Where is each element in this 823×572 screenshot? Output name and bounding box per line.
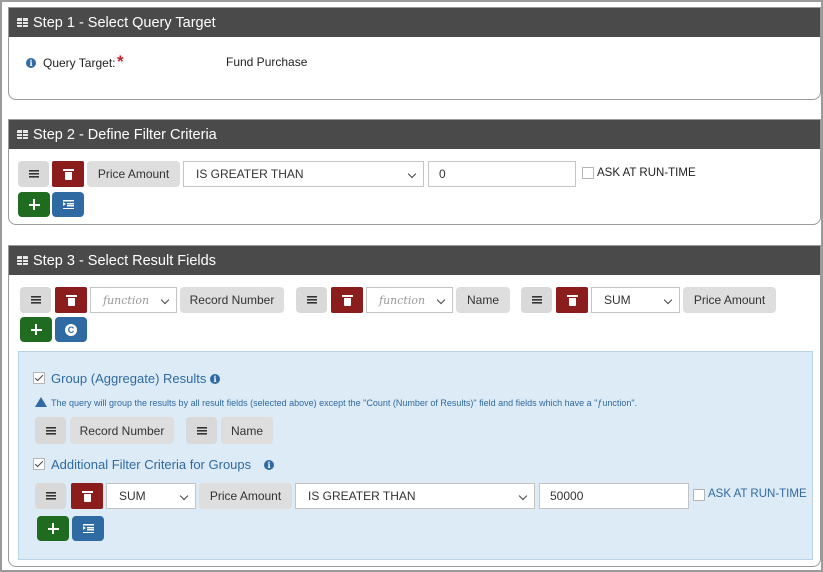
result-field-function-select[interactable]: function bbox=[90, 287, 177, 313]
filter-field-label[interactable]: Price Amount bbox=[87, 161, 180, 187]
group-filter-value-input[interactable]: 50000 bbox=[539, 483, 689, 509]
step3-header[interactable]: Step 3 - Select Result Fields bbox=[9, 246, 820, 275]
table-icon bbox=[17, 256, 28, 265]
info-icon: i bbox=[26, 58, 36, 68]
chevron-down-icon bbox=[518, 491, 528, 501]
chevron-down-icon bbox=[663, 295, 673, 305]
warning-icon bbox=[35, 397, 47, 407]
add-group-filter-button[interactable] bbox=[37, 516, 69, 541]
info-icon: i bbox=[264, 460, 274, 470]
group-results-checkbox[interactable] bbox=[33, 372, 45, 384]
table-icon bbox=[17, 130, 28, 139]
hamburger-icon bbox=[531, 296, 542, 304]
result-field-function-select[interactable]: function bbox=[366, 287, 453, 313]
plus-icon bbox=[28, 199, 40, 210]
add-filter-button[interactable] bbox=[18, 192, 50, 217]
aggregate-section: Group (Aggregate) Results i The query wi… bbox=[18, 351, 813, 560]
required-mark: * bbox=[117, 52, 124, 71]
group-filter-function-value: SUM bbox=[119, 489, 146, 503]
group-filter-operator-value: IS GREATER THAN bbox=[308, 489, 416, 503]
group-field-label[interactable]: Name bbox=[221, 417, 273, 444]
result-field-delete-button[interactable] bbox=[556, 287, 588, 313]
trash-icon bbox=[62, 168, 74, 180]
result-field-label[interactable]: Price Amount bbox=[683, 287, 776, 313]
group-field-label[interactable]: Record Number bbox=[70, 417, 174, 444]
result-field-menu-button[interactable] bbox=[521, 287, 552, 313]
result-field-label[interactable]: Record Number bbox=[180, 287, 284, 313]
step2-title: Step 2 - Define Filter Criteria bbox=[33, 126, 217, 143]
group-filter-operator-select[interactable]: IS GREATER THAN bbox=[295, 483, 535, 509]
group-field-menu-button[interactable] bbox=[186, 417, 217, 444]
step1-header[interactable]: Step 1 - Select Query Target bbox=[9, 8, 820, 37]
result-field-delete-button[interactable] bbox=[55, 287, 87, 313]
filter-ask-label: ASK AT RUN-TIME bbox=[597, 167, 696, 179]
chevron-down-icon bbox=[407, 169, 417, 179]
trash-icon bbox=[566, 294, 578, 306]
step3-panel: Step 3 - Select Result Fields function R… bbox=[8, 245, 821, 567]
group-filter-menu-button[interactable] bbox=[35, 483, 66, 509]
filter-operator-value: IS GREATER THAN bbox=[196, 167, 304, 181]
group-results-label: Group (Aggregate) Results bbox=[51, 371, 207, 386]
additional-filter-label: Additional Filter Criteria for Groups bbox=[51, 457, 252, 472]
group-filter-function-select[interactable]: SUM bbox=[106, 483, 196, 509]
hamburger-icon bbox=[30, 296, 41, 304]
filter-operator-select[interactable]: IS GREATER THAN bbox=[183, 161, 424, 187]
indent-icon bbox=[82, 524, 94, 533]
group-note-text: The query will group the results by all … bbox=[51, 398, 638, 408]
plus-icon bbox=[47, 523, 59, 534]
group-filter-ask-checkbox[interactable] bbox=[693, 489, 705, 501]
c-circle-icon: C bbox=[65, 323, 77, 336]
plus-icon bbox=[30, 324, 42, 335]
hamburger-icon bbox=[45, 492, 56, 500]
step2-header[interactable]: Step 2 - Define Filter Criteria bbox=[9, 120, 820, 149]
function-placeholder: function bbox=[379, 293, 426, 307]
result-field-menu-button[interactable] bbox=[20, 287, 51, 313]
filter-value-input[interactable]: 0 bbox=[428, 161, 576, 187]
group-filter-ask-label: ASK AT RUN-TIME bbox=[708, 488, 807, 500]
result-field-menu-button[interactable] bbox=[296, 287, 327, 313]
indent-filter-button[interactable] bbox=[52, 192, 84, 217]
c-button[interactable]: C bbox=[55, 317, 87, 342]
hamburger-icon bbox=[196, 426, 207, 435]
filter-menu-button[interactable] bbox=[18, 161, 49, 187]
hamburger-icon bbox=[45, 426, 56, 435]
function-value: SUM bbox=[604, 293, 631, 307]
group-filter-field-label[interactable]: Price Amount bbox=[199, 483, 292, 509]
trash-icon bbox=[65, 294, 77, 306]
filter-ask-checkbox[interactable] bbox=[582, 167, 594, 179]
group-filter-delete-button[interactable] bbox=[71, 483, 103, 509]
table-icon bbox=[17, 18, 28, 27]
chevron-down-icon bbox=[160, 295, 170, 305]
hamburger-icon bbox=[306, 296, 317, 304]
query-builder-window: Step 1 - Select Query Target i Query Tar… bbox=[0, 0, 823, 572]
result-field-function-select[interactable]: SUM bbox=[591, 287, 680, 313]
indent-icon bbox=[62, 200, 74, 209]
add-result-field-button[interactable] bbox=[20, 317, 52, 342]
info-icon: i bbox=[210, 374, 220, 384]
trash-icon bbox=[341, 294, 353, 306]
group-note: The query will group the results by all … bbox=[35, 397, 637, 408]
chevron-down-icon bbox=[179, 491, 189, 501]
result-field-label[interactable]: Name bbox=[456, 287, 510, 313]
step2-panel: Step 2 - Define Filter Criteria Price Am… bbox=[8, 119, 821, 225]
step3-title: Step 3 - Select Result Fields bbox=[33, 252, 216, 269]
chevron-down-icon bbox=[436, 295, 446, 305]
indent-group-filter-button[interactable] bbox=[72, 516, 104, 541]
step1-panel: Step 1 - Select Query Target i Query Tar… bbox=[8, 7, 821, 100]
result-field-delete-button[interactable] bbox=[331, 287, 363, 313]
filter-delete-button[interactable] bbox=[52, 161, 84, 187]
function-placeholder: function bbox=[103, 293, 150, 307]
query-target-label: Query Target: bbox=[43, 56, 116, 70]
additional-filter-checkbox[interactable] bbox=[33, 458, 45, 470]
query-target-value: Fund Purchase bbox=[226, 55, 308, 69]
trash-icon bbox=[81, 490, 93, 502]
step1-title: Step 1 - Select Query Target bbox=[33, 14, 216, 31]
group-field-menu-button[interactable] bbox=[35, 417, 66, 444]
hamburger-icon bbox=[28, 170, 39, 178]
